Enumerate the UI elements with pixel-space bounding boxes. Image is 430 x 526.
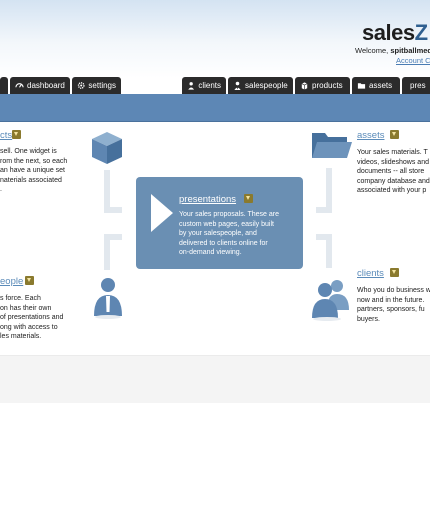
clients-group-icon — [312, 280, 349, 321]
tab-clients-label: clients — [198, 81, 221, 90]
username: spitballmed — [390, 46, 430, 55]
tab-clients[interactable]: clients — [182, 77, 226, 94]
tab-dashboard[interactable]: dashboard — [10, 77, 70, 94]
tab-assets[interactable]: assets — [352, 77, 400, 94]
tab-presentations-label: pres — [410, 81, 426, 90]
presentations-description: Your sales proposals. These are custom w… — [179, 211, 280, 256]
tab-back[interactable] — [0, 77, 8, 94]
saleszone-logo[interactable]: salesZ — [362, 20, 428, 46]
tab-assets-label: assets — [369, 81, 393, 90]
clients-description: Who you do business w now and in the fut… — [357, 287, 430, 323]
clients-help-badge[interactable] — [390, 268, 399, 277]
dashboard-gauge-icon — [15, 83, 24, 88]
person-tie-icon — [234, 81, 241, 90]
assets-help-badge[interactable] — [390, 130, 399, 139]
presentations-help-badge[interactable] — [244, 194, 253, 203]
footer-band — [0, 355, 430, 403]
person-icon — [188, 82, 195, 90]
gear-icon — [77, 82, 85, 89]
assets-title-link[interactable]: assets — [357, 130, 384, 141]
flow-arrow-salespeople-h — [104, 234, 122, 240]
presentations-title-link[interactable]: presentations — [179, 194, 236, 205]
products-box-icon — [92, 132, 122, 164]
assets-description: Your sales materials. T videos, slidesho… — [357, 149, 430, 194]
assets-folder-icon — [312, 133, 352, 158]
flow-arrow-clients-h — [316, 234, 332, 240]
account-link[interactable]: Account C — [396, 56, 430, 65]
flow-arrow-assets — [326, 168, 332, 210]
flow-arrow-products — [104, 170, 110, 208]
products-help-badge[interactable] — [12, 130, 21, 139]
clients-title-link[interactable]: clients — [357, 268, 384, 279]
flow-arrow-assets-h — [316, 207, 332, 213]
nav-bar — [0, 94, 430, 122]
tab-dashboard-label: dashboard — [27, 81, 65, 90]
tab-settings-label: settings — [88, 81, 116, 90]
welcome-text: Welcome, spitballmed — [355, 46, 430, 55]
folder-icon — [357, 83, 366, 89]
tab-salespeople[interactable]: salespeople — [228, 77, 293, 94]
flow-arrow-products-h — [104, 207, 122, 213]
products-description: sell. One widget is rom the next, so eac… — [0, 148, 68, 193]
tab-salespeople-label: salespeople — [245, 81, 288, 90]
tab-presentations[interactable]: pres — [402, 77, 430, 94]
tab-products[interactable]: products — [295, 77, 350, 94]
tab-products-label: products — [312, 81, 343, 90]
box-icon — [301, 82, 308, 90]
salesperson-icon — [94, 278, 122, 319]
play-icon — [151, 194, 173, 232]
salespeople-description: s force. Each on has their own of presen… — [0, 295, 64, 340]
salespeople-help-badge[interactable] — [25, 276, 34, 285]
tab-settings[interactable]: settings — [72, 77, 121, 94]
salespeople-title-link[interactable]: eople — [0, 276, 23, 287]
products-title-link[interactable]: cts — [0, 130, 12, 141]
